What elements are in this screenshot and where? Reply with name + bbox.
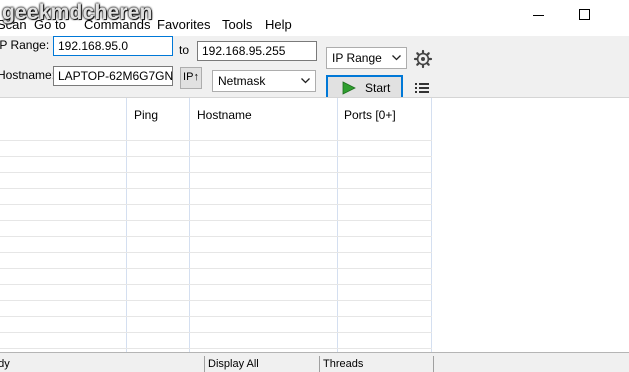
status-divider: [319, 356, 320, 372]
gear-icon[interactable]: [413, 49, 433, 69]
range-end-input[interactable]: 192.168.95.255: [197, 41, 317, 61]
start-label: Start: [365, 81, 391, 95]
chevron-down-icon: [301, 78, 310, 84]
status-text: Ready: [0, 358, 10, 370]
grid-row-line: [0, 300, 432, 301]
grid-row-line: [0, 172, 432, 173]
column-divider: [126, 98, 127, 352]
status-divider: [433, 356, 434, 372]
netmask-select[interactable]: Netmask: [212, 70, 316, 92]
grid-row-line: [0, 236, 432, 237]
chevron-down-icon: [392, 55, 401, 61]
list-columns-icon[interactable]: [415, 83, 429, 95]
threads-status: Threads: [323, 358, 364, 370]
netmask-value: Netmask: [218, 74, 266, 88]
to-label: to: [179, 43, 190, 57]
menu-favorites[interactable]: Favorites: [157, 17, 210, 32]
grid-row-line: [0, 220, 432, 221]
range-type-value: IP Range: [332, 51, 382, 65]
column-header-hostname[interactable]: Hostname: [197, 108, 252, 122]
column-divider: [189, 98, 190, 352]
grid-row-line: [0, 348, 432, 349]
grid-row-line: [0, 268, 432, 269]
maximize-button[interactable]: [563, 0, 609, 30]
play-icon: [342, 81, 356, 95]
grid-row-line: [0, 204, 432, 205]
grid-row-line: [0, 316, 432, 317]
grid-row-line: [0, 156, 432, 157]
menu-tools[interactable]: Tools: [222, 17, 252, 32]
grid-row-line: [0, 188, 432, 189]
column-header-ping[interactable]: Ping: [134, 108, 158, 122]
status-divider: [204, 356, 205, 372]
ip-range-label: IP Range:: [0, 38, 50, 52]
minimize-button[interactable]: [517, 0, 563, 30]
hostname-label: Hostname:: [0, 68, 56, 82]
range-start-input[interactable]: 192.168.95.0: [53, 36, 173, 56]
maximize-icon: [579, 9, 590, 20]
status-bar: Ready Display All Threads: [0, 352, 629, 372]
display-mode-status[interactable]: Display All: [208, 358, 259, 370]
minimize-icon: [533, 15, 544, 16]
grid-row-line: [0, 252, 432, 253]
ip-lookup-button[interactable]: IP↑: [180, 67, 202, 89]
column-header-ports[interactable]: Ports [0+]: [344, 108, 396, 122]
hostname-input[interactable]: LAPTOP-62M6G7GN: [53, 66, 173, 86]
grid-row-line: [0, 284, 432, 285]
column-divider: [337, 98, 338, 352]
column-divider: [431, 98, 432, 352]
results-table[interactable]: Ping Hostname Ports [0+]: [0, 97, 629, 352]
grid-row-line: [0, 332, 432, 333]
title-menu-bar: Scan Go to Commands Favorites Tools Help…: [0, 0, 629, 36]
range-type-select[interactable]: IP Range: [326, 47, 407, 69]
grid-row-line: [0, 140, 432, 141]
menu-help[interactable]: Help: [265, 17, 292, 32]
watermark-logo: geekmdcheren: [2, 1, 153, 24]
